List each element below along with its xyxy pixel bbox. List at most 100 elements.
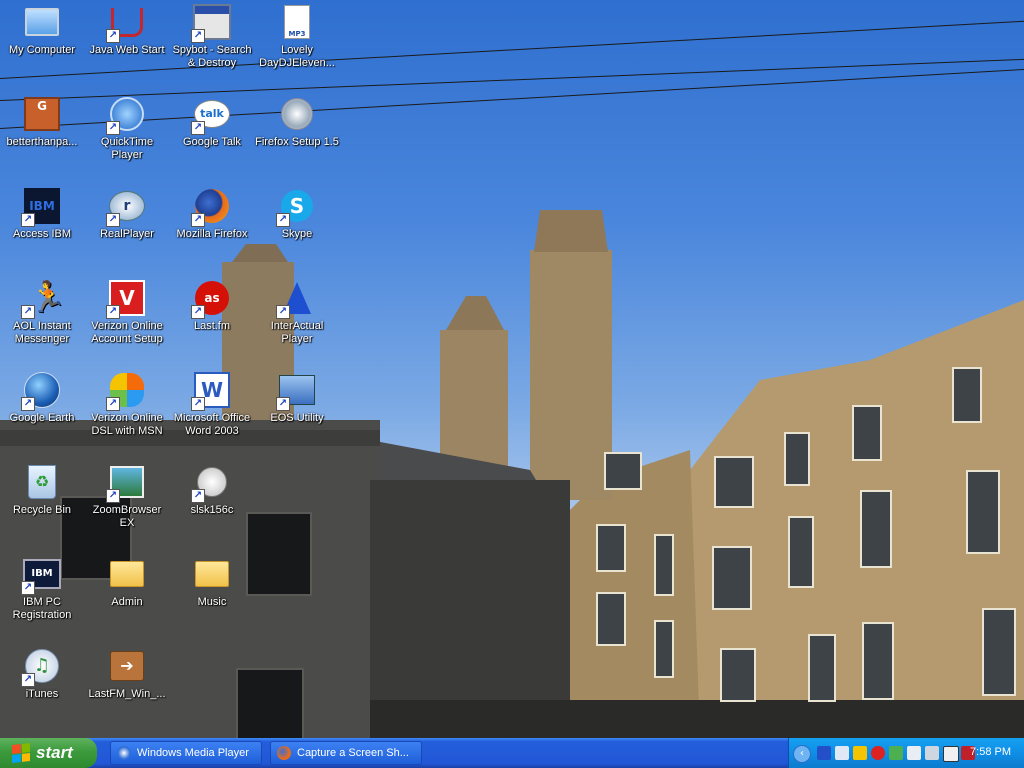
desktop-icon-realplayer[interactable]: r ↗ RealPlayer xyxy=(84,187,170,241)
show-hidden-icons-button[interactable]: ‹ xyxy=(793,745,811,763)
desktop-icon-word-2003[interactable]: W ↗ Microsoft Office Word 2003 xyxy=(169,371,255,438)
icon-label: Google Talk xyxy=(183,136,241,148)
start-button[interactable]: start xyxy=(0,738,97,768)
icon-label: Firefox Setup 1.5 xyxy=(255,136,339,148)
taskbar: start Windows Media Player Capture a Scr… xyxy=(0,738,1024,768)
ibm-registration-icon: IBM ↗ xyxy=(21,555,61,595)
folder-icon xyxy=(108,555,146,593)
desktop-icon-verizon-account[interactable]: V ↗ Verizon Online Account Setup xyxy=(84,279,170,346)
ibm-icon: IBM ↗ xyxy=(21,187,61,227)
building-window xyxy=(862,622,894,700)
building-window xyxy=(236,668,304,738)
building-window xyxy=(712,546,752,610)
spybot-icon: ↗ xyxy=(191,3,231,43)
aim-icon: 🏃 ↗ xyxy=(21,279,66,319)
building-window xyxy=(596,524,626,572)
desktop-icon-lovely-day-mp3[interactable]: MP3 Lovely DayDJEleven... xyxy=(254,3,340,70)
building-window xyxy=(784,432,810,486)
building-window xyxy=(852,405,882,461)
icon-label: Spybot - Search & Destroy xyxy=(172,44,252,69)
desktop-icon-ibm-registration[interactable]: IBM ↗ IBM PC Registration xyxy=(0,555,85,622)
icon-label: Last.fm xyxy=(193,320,231,332)
icon-label: Verizon Online DSL with MSN xyxy=(91,412,163,437)
speaker-icon[interactable] xyxy=(925,746,939,760)
building-window xyxy=(982,608,1016,696)
building-window xyxy=(654,620,674,678)
desktop-icon-verizon-dsl-msn[interactable]: ↗ Verizon Online DSL with MSN xyxy=(84,371,170,438)
building-window xyxy=(604,452,642,490)
skype-icon: S ↗ xyxy=(276,187,316,227)
desktop-icon-eos-utility[interactable]: ↗ EOS Utility xyxy=(254,371,340,425)
desktop-icon-zoombrowser[interactable]: ↗ ZoomBrowser EX xyxy=(84,463,170,530)
desktop-icon-quicktime[interactable]: ↗ QuickTime Player xyxy=(84,95,170,162)
building-window xyxy=(966,470,1000,554)
icon-label: QuickTime Player xyxy=(100,136,154,161)
icon-label: Verizon Online Account Setup xyxy=(91,320,163,345)
desktop-icon-lastfm-installer[interactable]: ➔ LastFM_Win_... xyxy=(84,647,170,701)
desktop-icon-slsk156c[interactable]: ↗ slsk156c xyxy=(169,463,255,517)
desktop-icon-skype[interactable]: S ↗ Skype xyxy=(254,187,340,241)
start-label: start xyxy=(36,743,73,762)
desktop-icon-lastfm[interactable]: as ↗ Last.fm xyxy=(169,279,255,333)
desktop-icon-admin-folder[interactable]: Admin xyxy=(84,555,170,609)
desktop-icon-aim[interactable]: 🏃 ↗ AOL Instant Messenger xyxy=(0,279,85,346)
icon-label: Skype xyxy=(281,228,313,240)
taskbar-button-capture-screen[interactable]: Capture a Screen Sh... xyxy=(270,741,422,765)
desktop-icon-google-earth[interactable]: ↗ Google Earth xyxy=(0,371,85,425)
icon-label: Recycle Bin xyxy=(12,504,72,516)
java-icon: ↗ xyxy=(106,3,146,43)
desktop-icon-firefox-setup[interactable]: Firefox Setup 1.5 xyxy=(254,95,340,149)
mp3-file-icon: MP3 xyxy=(278,3,316,41)
building-window xyxy=(714,456,754,508)
verizon-icon: V ↗ xyxy=(106,279,146,319)
building-window xyxy=(654,534,674,596)
desktop-icon-betterthanpa[interactable]: G betterthanpa... xyxy=(0,95,85,149)
icon-label: InterActual Player xyxy=(270,320,324,345)
icon-label: Mozilla Firefox xyxy=(176,228,248,240)
aim-tray-icon[interactable] xyxy=(853,746,867,760)
desktop-icon-java-web-start[interactable]: ↗ Java Web Start xyxy=(84,3,170,57)
security-icon[interactable] xyxy=(889,746,903,760)
folder-icon xyxy=(193,555,231,593)
icon-label: LastFM_Win_... xyxy=(88,688,166,700)
taskbar-button-windows-media-player[interactable]: Windows Media Player xyxy=(110,741,262,765)
building-window xyxy=(596,592,626,646)
bluetooth-icon[interactable] xyxy=(817,746,831,760)
desktop-icon-google-talk[interactable]: talk ↗ Google Talk xyxy=(169,95,255,149)
icon-label: slsk156c xyxy=(190,504,234,516)
realplayer-icon: r ↗ xyxy=(106,187,146,227)
desktop-icon-recycle-bin[interactable]: ♻ Recycle Bin xyxy=(0,463,85,517)
interactual-icon: ↗ xyxy=(276,279,316,319)
desktop-icon-access-ibm[interactable]: IBM ↗ Access IBM xyxy=(0,187,85,241)
desktop-icon-itunes[interactable]: ♫ ↗ iTunes xyxy=(0,647,85,701)
task-label: Capture a Screen Sh... xyxy=(297,747,409,759)
desktop-icon-spybot[interactable]: ↗ Spybot - Search & Destroy xyxy=(169,3,255,70)
google-earth-icon: ↗ xyxy=(21,371,61,411)
desktop-icon-my-computer[interactable]: My Computer xyxy=(0,3,85,57)
msn-butterfly-icon: ↗ xyxy=(106,371,146,411)
icon-label: Java Web Start xyxy=(89,44,165,56)
desktop-icon-interactual[interactable]: ↗ InterActual Player xyxy=(254,279,340,346)
desktop-icon-music-folder[interactable]: Music xyxy=(169,555,255,609)
media-player-icon xyxy=(117,746,131,760)
system-tray: ‹ 7:58 PM xyxy=(788,738,1024,768)
windows-logo-icon xyxy=(12,743,30,763)
google-talk-icon: talk ↗ xyxy=(191,95,231,135)
quicktime-icon: ↗ xyxy=(106,95,146,135)
network-icon[interactable] xyxy=(835,746,849,760)
icon-label: EOS Utility xyxy=(270,412,324,424)
icon-label: Music xyxy=(197,596,227,608)
icon-label: Access IBM xyxy=(12,228,72,240)
access-connections-icon[interactable] xyxy=(943,746,959,762)
building-window xyxy=(788,516,814,588)
icon-label: IBM PC Registration xyxy=(12,596,72,621)
installer-icon xyxy=(278,95,316,133)
desktop-icon-mozilla-firefox[interactable]: ↗ Mozilla Firefox xyxy=(169,187,255,241)
stop-icon[interactable] xyxy=(871,746,885,760)
building-window xyxy=(808,634,836,702)
lastfm-installer-icon: ➔ xyxy=(108,647,146,685)
ibm-tray-icon[interactable] xyxy=(907,746,921,760)
icon-label: My Computer xyxy=(8,44,76,56)
clock[interactable]: 7:58 PM xyxy=(970,746,1011,758)
icon-label: RealPlayer xyxy=(100,228,154,240)
